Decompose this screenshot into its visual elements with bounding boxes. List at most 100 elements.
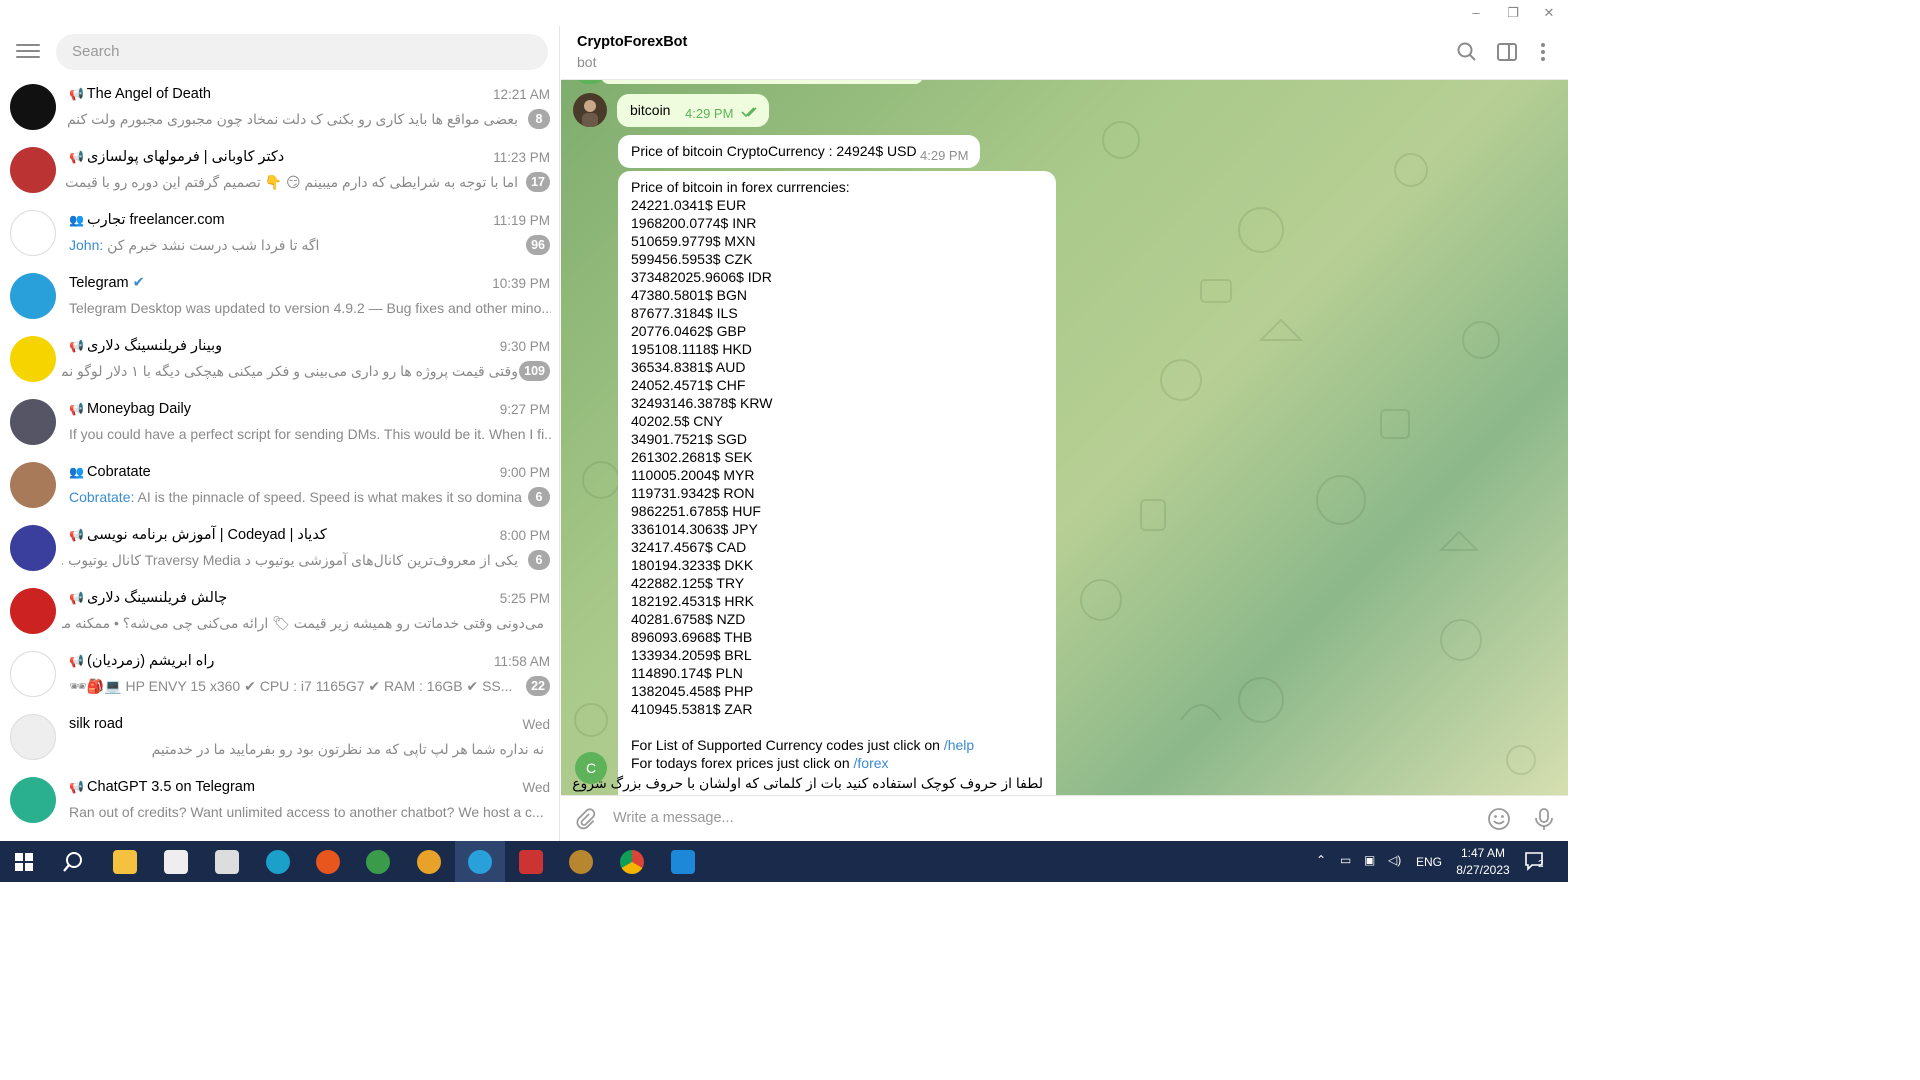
sidebar-toggle-icon[interactable] bbox=[1495, 40, 1519, 64]
chat-preview: وقتی قیمت پروژه ها رو داری می‌بینی و فکر… bbox=[62, 363, 518, 380]
window-titlebar: – ❐ ✕ bbox=[0, 0, 1568, 26]
game-icon[interactable] bbox=[556, 841, 606, 882]
chat-preview: John: اگه تا فردا شب درست نشد خبرم کن bbox=[69, 237, 523, 254]
chat-time: 8:00 PM bbox=[499, 528, 550, 543]
chat-name: 👥 Cobratate bbox=[69, 464, 151, 480]
chat-list-item[interactable]: 📢 وبینار فریلنسینگ دلاری 9:30 PM وقتی قیمت… bbox=[0, 330, 559, 393]
chat-list-item[interactable]: 📢 چالش فریلنسینگ دلاری 5:25 PM می‌دونی وقت… bbox=[0, 582, 559, 645]
clock-date: 8/27/2023 bbox=[1456, 863, 1510, 877]
chat-title[interactable]: CryptoForexBot bbox=[577, 34, 687, 50]
chat-list-item[interactable]: 📢 دکتر کاوبانی | فرمولهای پولسازی 11:23 P… bbox=[0, 141, 559, 204]
chat-list-item[interactable]: 📢 ChatGPT 3.5 on Telegram Wed Ran out of c… bbox=[0, 771, 559, 834]
chat-avatar bbox=[10, 651, 56, 697]
forex-rate-line: 1968200.0774$ INR bbox=[631, 215, 757, 231]
chat-avatar bbox=[10, 399, 56, 445]
firefox-icon[interactable] bbox=[303, 841, 353, 882]
chat-avatar bbox=[10, 714, 56, 760]
taskbar-search-icon[interactable] bbox=[48, 841, 98, 882]
channel-icon: 📢 bbox=[69, 402, 84, 416]
language-indicator[interactable]: ENG bbox=[1416, 855, 1442, 869]
chat-list-item[interactable]: 👥 تجارب freelancer.com 11:19 PM John: اگه … bbox=[0, 204, 559, 267]
hamburger-menu-icon[interactable] bbox=[14, 40, 42, 64]
search-icon[interactable] bbox=[1455, 40, 1479, 64]
chat-name-text: The Angel of Death bbox=[86, 86, 211, 102]
chat-time: 10:39 PM bbox=[492, 276, 550, 291]
store-icon[interactable] bbox=[151, 841, 201, 882]
photos-icon[interactable] bbox=[506, 841, 556, 882]
user-avatar[interactable] bbox=[573, 93, 607, 127]
more-options-icon[interactable] bbox=[1531, 40, 1555, 64]
chat-preview-text: نه نداره شما هر لپ تاپی که مد نظرتون بود… bbox=[151, 741, 544, 757]
emoji-icon[interactable] bbox=[1486, 806, 1512, 832]
chat-list-item[interactable]: Telegram ✔ 10:39 PM Telegram Desktop was u… bbox=[0, 267, 559, 330]
previous-message-bubble bbox=[601, 80, 923, 84]
file-explorer-icon[interactable] bbox=[100, 841, 150, 882]
forex-rate-line: 87677.3184$ ILS bbox=[631, 305, 738, 321]
message-input[interactable]: Write a message... bbox=[613, 810, 734, 826]
close-button[interactable]: ✕ bbox=[1539, 4, 1559, 22]
clock[interactable]: 1:47 AM 8/27/2023 bbox=[1448, 845, 1518, 879]
channel-icon: 📢 bbox=[69, 87, 84, 101]
chat-list-item[interactable]: 📢 آموزش برنامه نویسی | Codeyad | کدیاد 8:… bbox=[0, 519, 559, 582]
chat-name-text: Cobratate bbox=[87, 464, 151, 480]
chat-time: 9:30 PM bbox=[499, 339, 550, 354]
help-text: For List of Supported Currency codes jus… bbox=[631, 737, 944, 753]
forex-rate-line: 32493146.3878$ KRW bbox=[631, 395, 773, 411]
show-hidden-icons-icon[interactable]: ⌃ bbox=[1316, 853, 1326, 867]
maximize-button[interactable]: ❐ bbox=[1503, 4, 1523, 22]
chat-name-text: silk road bbox=[69, 716, 123, 732]
forex-line: For todays forex prices just click on /f… bbox=[631, 754, 1043, 772]
chat-preview: نه نداره شما هر لپ تاپی که مد نظرتون بود… bbox=[62, 741, 544, 758]
message-composer: Write a message... bbox=[561, 795, 1568, 841]
help-command-link[interactable]: /help bbox=[944, 737, 974, 753]
chat-avatar bbox=[10, 588, 56, 634]
forex-rate-line: 47380.5801$ BGN bbox=[631, 287, 747, 303]
chat-preview-text: Telegram Desktop was updated to version … bbox=[69, 300, 551, 316]
chat-list-item[interactable]: 📢 راه ابریشم (زمردیان) 11:58 AM 🕶🎒💻 HP ENV… bbox=[0, 645, 559, 708]
vscode-icon[interactable] bbox=[658, 841, 708, 882]
forex-message-bubble[interactable]: Price of bitcoin in forex currrencies: 2… bbox=[572, 171, 1056, 795]
chat-preview-sender: Cobratate: bbox=[69, 489, 135, 505]
chat-name: 📢 آموزش برنامه نویسی | Codeyad | کدیاد bbox=[69, 527, 327, 543]
start-button[interactable] bbox=[0, 841, 50, 882]
microphone-icon[interactable] bbox=[1531, 806, 1557, 832]
search-input[interactable]: Search bbox=[56, 34, 548, 70]
bot-avatar[interactable]: C bbox=[575, 752, 607, 784]
browser-icon[interactable] bbox=[404, 841, 454, 882]
notification-center-icon[interactable]: 2 bbox=[1524, 851, 1548, 871]
chat-list-item[interactable]: silk road Wed نه نداره شما هر لپ تاپی که م… bbox=[0, 708, 559, 771]
chat-avatar bbox=[10, 462, 56, 508]
battery-icon[interactable]: ▭ bbox=[1340, 853, 1351, 867]
chat-preview-text: بعضی مواقع ها باید کاری رو بکنی ک دلت نم… bbox=[62, 111, 518, 127]
price-message-bubble[interactable]: Price of bitcoin CryptoCurrency : 24924$… bbox=[618, 135, 980, 168]
chat-preview: 🕶🎒💻 HP ENVY 15 x360 ✔ CPU : i7 1165G7 ✔ … bbox=[69, 678, 523, 695]
forex-rate-line: 510659.9779$ MXN bbox=[631, 233, 756, 249]
forex-text: For todays forex prices just click on bbox=[631, 755, 854, 771]
minimize-button[interactable]: – bbox=[1466, 4, 1486, 22]
attach-icon[interactable] bbox=[573, 807, 597, 831]
chat-name-text: Telegram bbox=[69, 275, 129, 291]
unread-badge: 96 bbox=[526, 235, 550, 255]
chat-name-text: راه ابریشم (زمردیان) bbox=[87, 653, 215, 669]
sent-message-bubble[interactable]: bitcoin 4:29 PM bbox=[617, 94, 769, 127]
app-icon[interactable] bbox=[353, 841, 403, 882]
forex-command-link[interactable]: /forex bbox=[854, 755, 889, 771]
chat-list-item[interactable]: 📢 The Angel of Death 12:21 AM بعضی مواقع ه… bbox=[0, 78, 559, 141]
chrome-icon[interactable] bbox=[607, 841, 657, 882]
chat-list-item[interactable]: 📢 Moneybag Daily 9:27 PM If you could have… bbox=[0, 393, 559, 456]
network-icon[interactable]: ▣ bbox=[1364, 853, 1375, 867]
chat-avatar bbox=[10, 147, 56, 193]
volume-icon[interactable]: ◁) bbox=[1388, 853, 1401, 867]
forex-rate-line: 36534.8381$ AUD bbox=[631, 359, 746, 375]
edge-browser-icon[interactable] bbox=[253, 841, 303, 882]
forex-rate-line: 24052.4571$ CHF bbox=[631, 377, 746, 393]
chat-list-item[interactable]: 👥 Cobratate 9:00 PM Cobratate: AI is the p… bbox=[0, 456, 559, 519]
mail-icon[interactable] bbox=[202, 841, 252, 882]
help-line: For List of Supported Currency codes jus… bbox=[631, 736, 1043, 754]
chat-preview-text: AI is the pinnacle of speed. Speed is wh… bbox=[134, 489, 523, 505]
chat-name: 📢 وبینار فریلنسینگ دلاری bbox=[69, 338, 222, 354]
forex-rate-line: 9862251.6785$ HUF bbox=[631, 503, 761, 519]
chat-messages-area[interactable]: bitcoin 4:29 PM Price of bitcoin CryptoC… bbox=[561, 80, 1568, 795]
chat-name: 👥 تجارب freelancer.com bbox=[69, 212, 225, 228]
telegram-taskbar-icon[interactable] bbox=[455, 841, 505, 882]
